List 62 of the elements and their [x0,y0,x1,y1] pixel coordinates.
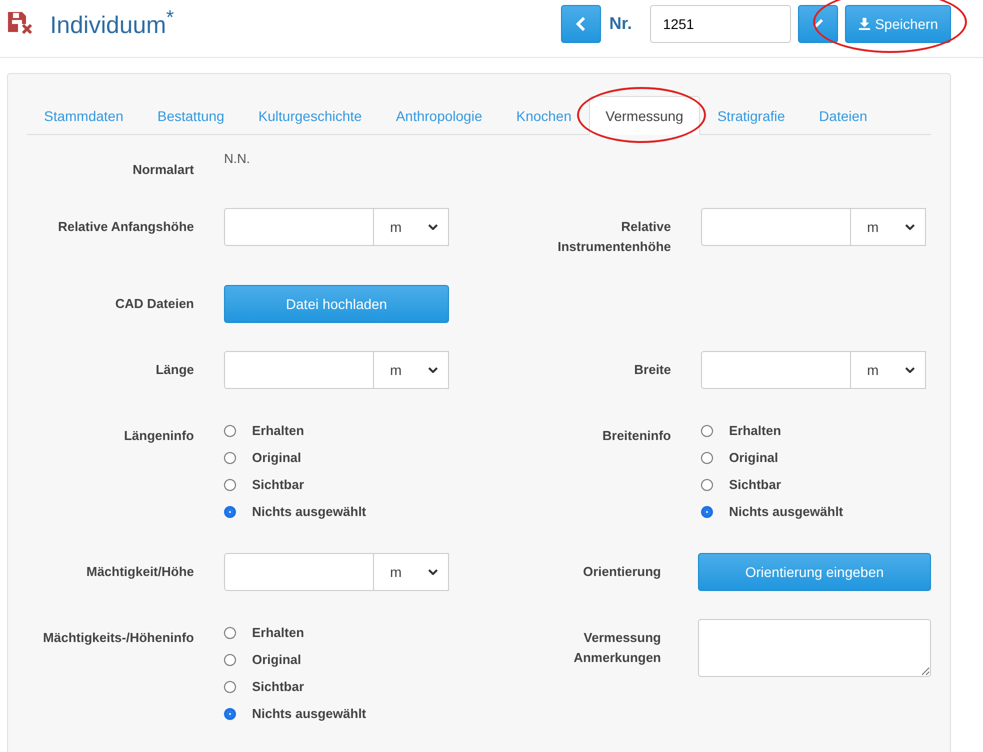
radio-button[interactable] [224,654,236,666]
radio-option[interactable]: Sichtbar [224,673,366,700]
field-label: Länge [154,361,194,379]
unit-dropdown[interactable]: m [374,208,449,246]
field-label: Mächtigkeit/Höhe [85,563,194,581]
field-label: Vermessung Anmerkungen [572,629,661,667]
radio-option[interactable]: Nichts ausgewählt [224,700,366,727]
edit-button[interactable] [798,4,838,42]
chevron-down-icon [428,569,438,575]
radio-option[interactable]: Original [224,444,366,471]
field-label: CAD Dateien [114,295,194,313]
notes-field[interactable] [698,619,931,677]
radio-option[interactable]: Nichts ausgewählt [701,498,844,525]
radio-button[interactable] [224,626,236,638]
nr-field[interactable]: 1251 [650,4,791,42]
unit-dropdown[interactable]: m [374,553,449,591]
chevron-down-icon [428,367,438,373]
field-label: Mächtigkeits-/Höheninfo [42,629,194,647]
radio-option[interactable]: Erhalten [224,619,366,646]
chevron-down-icon [428,224,438,230]
nr-label: Nr. [609,14,632,34]
radio-button[interactable] [224,452,236,464]
radio-button[interactable] [224,478,236,490]
chevron-left-icon [576,16,586,30]
radio-button[interactable] [701,452,713,464]
file-delete-icon [6,10,34,36]
radio-option[interactable]: Sichtbar [701,471,844,498]
radio-button[interactable] [224,708,236,720]
radio-option[interactable]: Original [701,444,844,471]
radio-option[interactable]: Original [224,646,366,673]
tab[interactable]: Vermessung [588,96,700,135]
chevron-down-icon [905,224,915,230]
field-label: Orientierung [582,563,661,581]
input-field[interactable] [701,351,851,389]
field-label: Breiteninfo [601,427,671,445]
page-title: Individuum$^{*}$ [50,7,174,40]
radio-button[interactable] [701,506,713,518]
chevron-down-icon [905,367,915,373]
field-label: Längeninfo [122,427,194,445]
download-icon [858,17,871,30]
input-field[interactable] [224,351,374,389]
radio-option[interactable]: Erhalten [701,417,844,444]
field-value: N.N. [224,151,250,166]
radio-button[interactable] [701,424,713,436]
input-field[interactable] [224,208,374,246]
radio-option[interactable]: Erhalten [224,417,366,444]
field-label: Relative Instrumentenhöhe [556,218,671,256]
unit-dropdown[interactable]: m [851,351,926,389]
radio-button[interactable] [224,424,236,436]
field-label: Normalart [132,161,194,179]
radio-button[interactable] [224,506,236,518]
unit-dropdown[interactable]: m [851,208,926,246]
radio-button[interactable] [701,478,713,490]
radio-option[interactable]: Nichts ausgewählt [224,498,366,525]
input-field[interactable] [701,208,851,246]
input-field[interactable] [224,553,374,591]
field-label: Relative Anfangshöhe [56,218,194,236]
radio-button[interactable] [224,680,236,692]
radio-option[interactable]: Sichtbar [224,471,366,498]
field-label: Breite [633,361,671,379]
back-button[interactable] [561,4,602,42]
unit-dropdown[interactable]: m [374,351,449,389]
